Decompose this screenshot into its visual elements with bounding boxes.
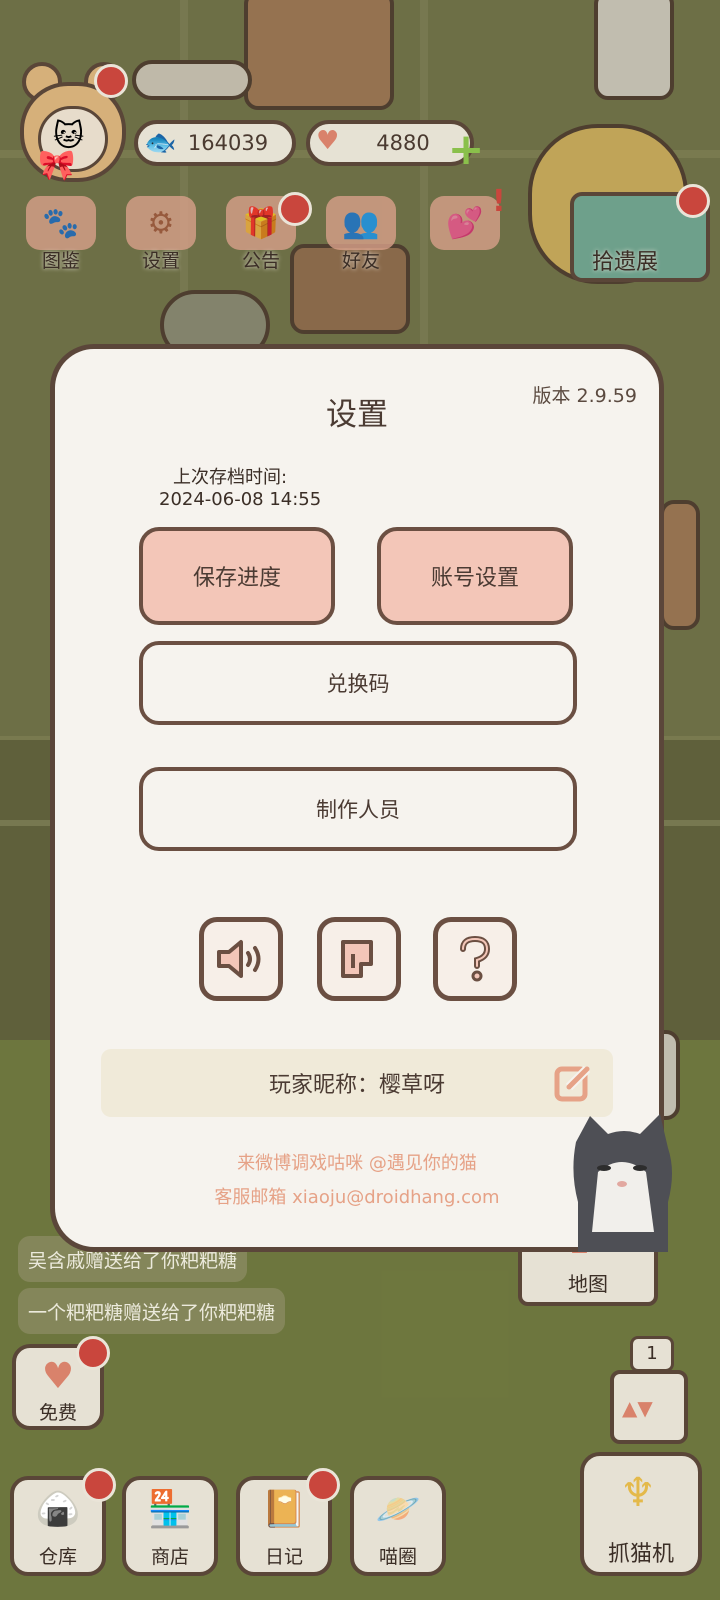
- nickname-bar[interactable]: 玩家昵称：樱草呀: [101, 1049, 613, 1117]
- cat-planet-icon: 🪐: [375, 1489, 421, 1530]
- sound-button[interactable]: [199, 917, 283, 1001]
- shop-icon: 🏪: [147, 1489, 193, 1530]
- exclamation-icon: !: [492, 184, 506, 219]
- fish-counter: 🐟 164039: [134, 120, 296, 166]
- friends-icon: 👥: [326, 196, 396, 250]
- redeem-code-button[interactable]: 兑换码: [139, 641, 577, 725]
- gear-icon: ⚙: [126, 196, 196, 250]
- arrow-icon: ▲▼: [622, 1396, 653, 1420]
- cat-circle-button[interactable]: 🪐 喵圈: [350, 1476, 446, 1576]
- bottom-label: 仓库: [38, 1546, 77, 1568]
- notification-badge: [94, 64, 128, 98]
- claw-machine-button[interactable]: ♆ 抓猫机: [580, 1452, 702, 1576]
- topmenu-settings[interactable]: ⚙ 设置: [116, 196, 206, 282]
- heart-mail-icon: 💕: [430, 196, 500, 250]
- last-save-time: 2024-06-08 14:55: [159, 489, 322, 510]
- claw-label: 抓猫机: [607, 1542, 674, 1567]
- save-progress-button[interactable]: 保存进度: [139, 527, 335, 625]
- music-button[interactable]: [317, 917, 401, 1001]
- sound-icon: [217, 940, 261, 978]
- topmenu-label: 公告: [241, 250, 280, 272]
- notification-badge: [76, 1336, 110, 1370]
- help-icon: [460, 935, 491, 982]
- notification-badge: [306, 1468, 340, 1502]
- chat-message: 一个粑粑糖赠送给了你粑粑糖: [18, 1288, 286, 1334]
- bottom-label: 商店: [150, 1546, 189, 1568]
- map-label: 地图: [568, 1272, 608, 1296]
- notification-badge: [676, 184, 710, 218]
- topmenu-friends[interactable]: 👥 好友: [316, 196, 406, 282]
- fish-count: 164039: [187, 131, 269, 155]
- cat-face-icon: 🐾: [26, 196, 96, 250]
- help-button[interactable]: [433, 917, 517, 1001]
- bottom-label: 喵圈: [378, 1546, 417, 1568]
- topmenu-label: 好友: [341, 250, 380, 272]
- version-label: 版本 2.9.59: [532, 385, 637, 407]
- heart-count: 4880: [376, 131, 430, 155]
- add-currency-button[interactable]: +: [446, 128, 486, 172]
- topmenu-label: 设置: [141, 250, 180, 272]
- cat-photo-sticker: [573, 1114, 672, 1252]
- credits-button[interactable]: 制作人员: [139, 767, 577, 851]
- bottom-label: 日记: [264, 1546, 303, 1568]
- notification-badge: [82, 1468, 116, 1502]
- last-save-label: 上次存档时间:: [173, 467, 288, 488]
- bow-tie-icon: 🎀: [38, 148, 76, 183]
- claw-icon: ♆: [620, 1470, 656, 1516]
- account-settings-button[interactable]: 账号设置: [377, 527, 573, 625]
- topmenu-catalog[interactable]: 🐾 图鉴: [16, 196, 106, 282]
- shop-button[interactable]: 🏪 商店: [122, 1476, 218, 1576]
- heart-icon: ♥: [316, 126, 340, 156]
- exhibit-label: 拾遗展: [592, 250, 659, 275]
- free-label: 免费: [38, 1402, 77, 1424]
- machine-count: 1: [630, 1336, 674, 1372]
- machine-body[interactable]: ▲▼: [610, 1370, 688, 1444]
- music-icon: [341, 940, 373, 978]
- notification-badge: [278, 192, 312, 226]
- nickname-text: 玩家昵称：樱草呀: [268, 1073, 445, 1098]
- fish-icon: 🐟: [144, 128, 177, 158]
- edit-icon[interactable]: [553, 1063, 593, 1103]
- topmenu-label: 图鉴: [41, 250, 80, 272]
